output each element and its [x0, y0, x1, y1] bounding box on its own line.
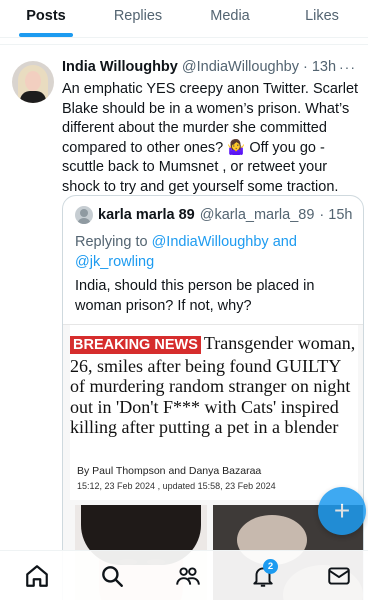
- compose-button[interactable]: +: [318, 487, 366, 535]
- search-icon[interactable]: [99, 563, 125, 589]
- news-article-screenshot: BREAKING NEWS Transgender woman, 26, smil…: [70, 325, 358, 500]
- replying-prefix: Replying to: [75, 234, 152, 250]
- more-options-icon[interactable]: ···: [339, 59, 356, 75]
- notifications-icon[interactable]: 2: [250, 559, 278, 589]
- tweet-header: India Willoughby @IndiaWilloughby · 13h …: [62, 59, 362, 79]
- tab-posts-label: Posts: [26, 8, 66, 24]
- tab-replies-label: Replies: [113, 8, 163, 24]
- replying-to: Replying to @IndiaWilloughby and @jk_rowl…: [75, 232, 355, 272]
- tweet[interactable]: India Willoughby @IndiaWilloughby · 13h …: [0, 44, 368, 600]
- messages-icon[interactable]: [326, 563, 352, 589]
- author-name[interactable]: India Willoughby: [62, 59, 178, 75]
- article-byline: By Paul Thompson and Danya Bazaraa: [77, 465, 262, 477]
- tweet-text: An emphatic YES creepy anon Twitter. Sca…: [62, 81, 359, 195]
- reply-mention-1[interactable]: @IndiaWilloughby: [152, 234, 269, 250]
- avatar-body: [20, 91, 46, 103]
- tab-posts[interactable]: Posts: [0, 0, 92, 37]
- quoted-tweet[interactable]: karla marla 89 @karla_marla_89 · 15h Rep…: [62, 195, 364, 600]
- quoted-tweet-text: India, should this person be placed in w…: [75, 278, 315, 314]
- tab-media[interactable]: Media: [184, 0, 276, 37]
- tab-likes-label: Likes: [305, 8, 339, 24]
- notification-count-badge: 2: [263, 559, 278, 574]
- quoted-tweet-time: · 15h: [319, 207, 353, 223]
- quoted-author-handle: @karla_marla_89: [199, 207, 315, 223]
- tab-media-label: Media: [210, 8, 250, 24]
- breaking-news-badge: BREAKING NEWS: [70, 336, 201, 354]
- quoted-avatar: [75, 206, 93, 224]
- reply-and: and: [268, 234, 297, 250]
- quoted-author-name: karla marla 89: [98, 207, 195, 223]
- reply-mention-2[interactable]: @jk_rowling: [75, 254, 154, 270]
- tweet-time[interactable]: · 13h: [303, 59, 336, 75]
- tab-replies[interactable]: Replies: [92, 0, 184, 37]
- communities-icon[interactable]: [175, 563, 201, 589]
- active-tab-indicator: [19, 33, 73, 37]
- author-handle[interactable]: @IndiaWilloughby: [182, 59, 299, 75]
- compose-plus-icon: +: [333, 495, 351, 526]
- bottom-nav: 2: [0, 550, 368, 600]
- avatar[interactable]: [12, 61, 54, 103]
- profile-tabs: Posts Replies Media Likes: [0, 0, 368, 38]
- home-icon[interactable]: [24, 563, 50, 589]
- article-headline: BREAKING NEWS Transgender woman, 26, smil…: [70, 333, 358, 438]
- quoted-tweet-header: karla marla 89 @karla_marla_89 · 15h: [75, 206, 352, 224]
- article-dateline: 15:12, 23 Feb 2024 , updated 15:58, 23 F…: [77, 481, 276, 491]
- tab-likes[interactable]: Likes: [276, 0, 368, 37]
- avatar-face: [25, 71, 41, 91]
